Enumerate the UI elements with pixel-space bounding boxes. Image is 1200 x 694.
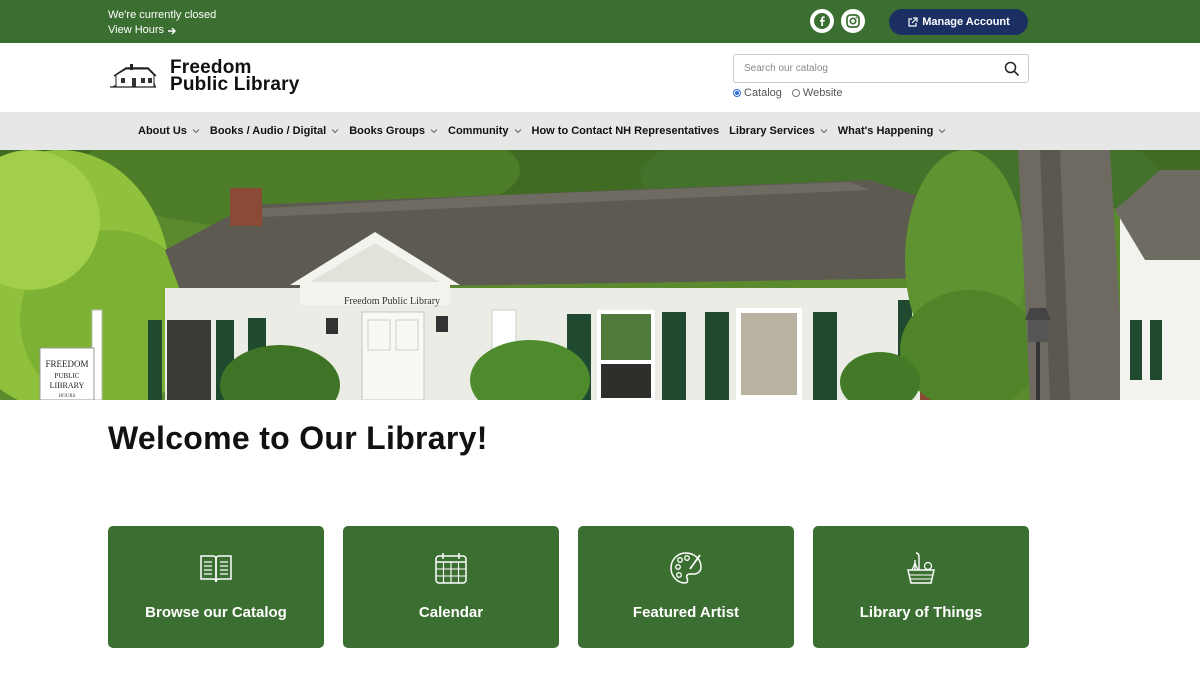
manage-account-button[interactable]: Manage Account	[889, 9, 1028, 35]
nav-item-about-us[interactable]: About Us	[138, 125, 200, 137]
calendar-card[interactable]: Calendar	[343, 526, 559, 648]
calendar-label: Calendar	[418, 604, 484, 621]
instagram-icon	[846, 14, 860, 28]
closed-status-text: We're currently closed	[108, 9, 217, 21]
external-link-icon	[908, 16, 918, 27]
facebook-icon	[814, 13, 830, 29]
chevron-down-icon	[430, 129, 438, 134]
browse-catalog-card[interactable]: Browse our Catalog	[108, 526, 324, 648]
lawn-sign-line1: FREEDOM	[45, 359, 88, 369]
search-scope: Catalog Website	[733, 87, 842, 99]
library-name: Freedom Public Library	[170, 58, 300, 95]
browse-catalog-label: Browse our Catalog	[145, 604, 287, 621]
main-navigation: About Us Books / Audio / Digital Books G…	[0, 112, 1200, 150]
library-of-things-card[interactable]: Library of Things	[813, 526, 1029, 648]
lawn-sign-line2: PUBLIC	[55, 372, 80, 380]
chevron-down-icon	[192, 129, 200, 134]
chevron-down-icon	[514, 129, 521, 134]
nav-label: Books / Audio / Digital	[209, 125, 327, 137]
calendar-icon	[435, 553, 467, 584]
featured-artist-label: Featured Artist	[632, 604, 740, 621]
nav-item-library-services[interactable]: Library Services	[729, 125, 828, 137]
library-of-things-label: Library of Things	[859, 604, 983, 621]
chevron-down-icon	[938, 129, 946, 134]
library-status: We're currently closed View Hours	[108, 8, 216, 38]
nav-label: Books Groups	[349, 125, 426, 137]
palette-icon	[670, 552, 702, 584]
search-icon[interactable]	[1004, 61, 1020, 77]
instagram-link[interactable]	[841, 9, 865, 33]
lawn-sign-line3: LIBRARY	[50, 381, 85, 390]
radio-unselected-icon	[791, 89, 800, 97]
library-name-line2: Public Library	[170, 74, 300, 95]
nav-item-community[interactable]: Community	[448, 125, 522, 137]
nav-label: What's Happening	[837, 125, 934, 137]
scope-catalog-label: Catalog	[744, 87, 782, 99]
manage-account-label: Manage Account	[922, 16, 1010, 28]
hero-library-photo: Freedom Public Library FREEDOM PUBLIC LI…	[0, 150, 1200, 400]
catalog-search	[733, 54, 1029, 83]
library-building-photo: Freedom Public Library FREEDOM PUBLIC LI…	[0, 150, 1200, 400]
nav-label: Community	[448, 125, 509, 137]
library-logo[interactable]: Freedom Public Library	[108, 58, 300, 95]
chevron-down-icon	[331, 129, 339, 134]
site-header: Freedom Public Library Catalog Website	[0, 43, 1200, 112]
radio-selected-icon	[733, 89, 741, 97]
view-hours-link[interactable]: View Hours	[108, 23, 216, 38]
nav-item-contact-nh-representatives[interactable]: How to Contact NH Representatives	[532, 125, 720, 137]
library-building-logo-icon	[110, 64, 157, 88]
scope-website-radio[interactable]: Website	[791, 87, 843, 99]
featured-artist-card[interactable]: Featured Artist	[578, 526, 794, 648]
nav-item-books-groups[interactable]: Books Groups	[349, 125, 438, 137]
nav-item-books-audio-digital[interactable]: Books / Audio / Digital	[210, 125, 339, 137]
arrow-right-icon	[168, 27, 177, 34]
open-book-icon	[200, 555, 232, 583]
basket-icon	[907, 552, 935, 584]
facebook-link[interactable]	[810, 9, 834, 33]
nav-item-whats-happening[interactable]: What's Happening	[838, 125, 947, 137]
chevron-down-icon	[820, 129, 828, 134]
nav-label: Library Services	[729, 125, 815, 137]
top-bar: We're currently closed View Hours Manage…	[0, 0, 1200, 43]
view-hours-label: View Hours	[108, 24, 165, 36]
nav-label: About Us	[138, 125, 187, 137]
scope-website-label: Website	[802, 87, 843, 99]
search-input[interactable]	[734, 55, 998, 82]
lawn-sign-line4: HOURS	[59, 394, 76, 399]
nav-label: How to Contact NH Representatives	[531, 125, 720, 137]
scope-catalog-radio[interactable]: Catalog	[733, 87, 782, 99]
page-title: Welcome to Our Library!	[108, 420, 488, 456]
building-sign-text: Freedom Public Library	[344, 296, 440, 307]
